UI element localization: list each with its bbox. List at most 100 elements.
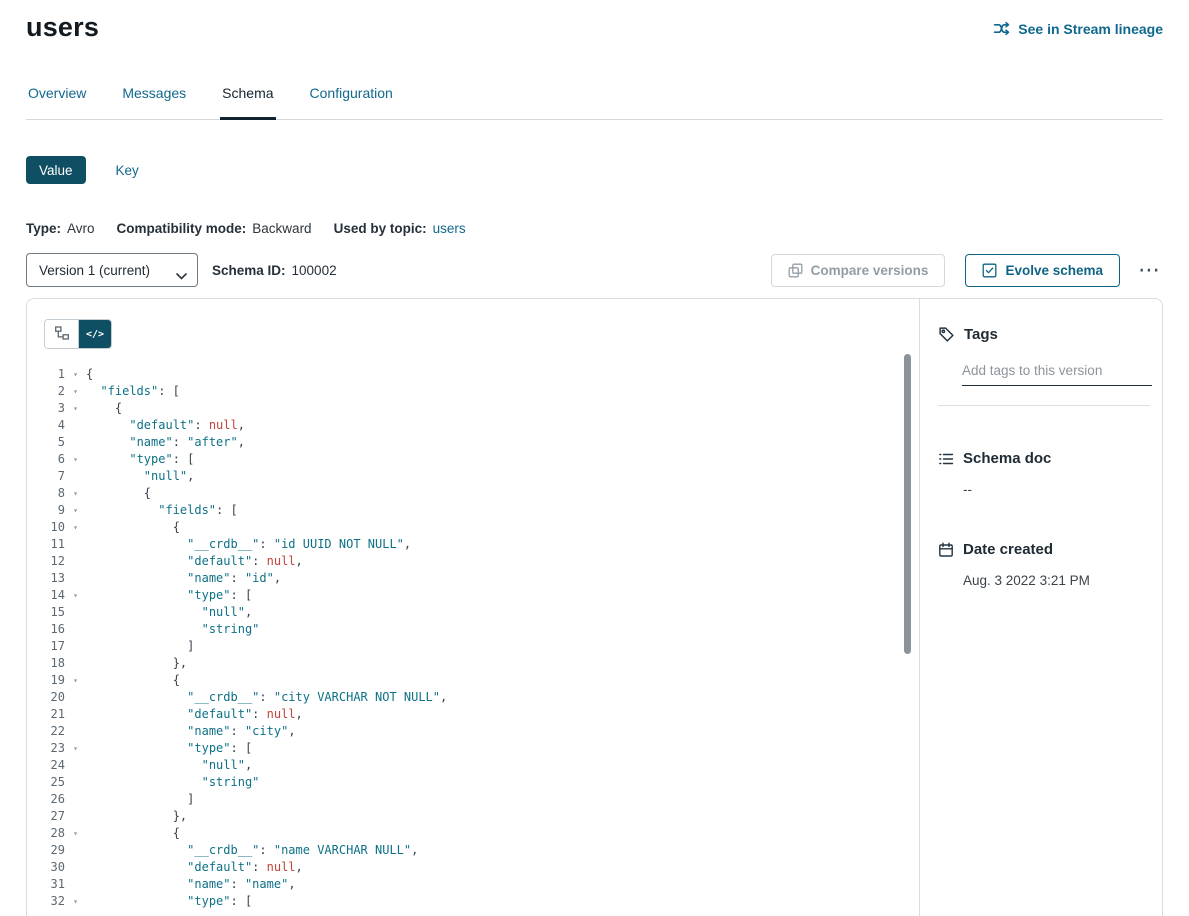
code-token: : <box>259 690 273 704</box>
code-token: , <box>187 469 194 483</box>
code-content: "__crdb__": "city VARCHAR NOT NULL", <box>86 689 447 706</box>
page-header: users See in Stream lineage <box>26 0 1163 43</box>
code-token: "after" <box>187 435 238 449</box>
fold-spacer <box>65 774 86 791</box>
code-lines: 1▾{2▾"fields": [3▾{4"default": null,5"na… <box>27 366 919 910</box>
code-view-button[interactable]: </> <box>78 320 111 348</box>
tab-schema[interactable]: Schema <box>220 85 275 119</box>
topic-meta: Used by topic: users <box>334 221 466 236</box>
schema-code-viewer: </> 1▾{2▾"fields": [3▾{4"default": null,… <box>27 299 920 916</box>
fold-spacer <box>65 570 86 587</box>
code-token: null <box>209 418 238 432</box>
fold-spacer <box>65 859 86 876</box>
tab-overview[interactable]: Overview <box>26 85 88 119</box>
code-token: : <box>231 571 245 585</box>
more-options-button[interactable]: ⋯ <box>1136 261 1163 279</box>
code-content: { <box>86 672 180 689</box>
code-token: : [ <box>231 588 253 602</box>
type-meta: Type: Avro <box>26 221 95 236</box>
code-token: : <box>194 418 208 432</box>
code-content: "fields": [ <box>86 383 180 400</box>
code-line: 25"string" <box>27 774 919 791</box>
line-number: 26 <box>27 791 65 808</box>
fold-spacer <box>65 434 86 451</box>
code-token: "string" <box>202 622 260 636</box>
add-tags-input[interactable] <box>962 360 1152 386</box>
code-token: "type" <box>187 588 230 602</box>
stream-lineage-link[interactable]: See in Stream lineage <box>993 20 1163 37</box>
schema-doc-value: -- <box>963 482 1150 497</box>
code-line: 23▾"type": [ <box>27 740 919 757</box>
schema-id-value: 100002 <box>292 263 337 278</box>
code-line: 32▾"type": [ <box>27 893 919 910</box>
fold-spacer <box>65 621 86 638</box>
tags-title: Tags <box>964 326 998 343</box>
code-token: "string" <box>202 775 260 789</box>
code-content: "default": null, <box>86 553 303 570</box>
line-number: 5 <box>27 434 65 451</box>
compatibility-meta: Compatibility mode: Backward <box>117 221 312 236</box>
code-line: 30"default": null, <box>27 859 919 876</box>
code-token: ] <box>187 639 194 653</box>
code-content: { <box>86 519 180 536</box>
fold-toggle-icon[interactable]: ▾ <box>65 893 86 910</box>
code-token: : [ <box>231 894 253 908</box>
fold-toggle-icon[interactable]: ▾ <box>65 383 86 400</box>
code-token: null <box>267 554 296 568</box>
code-token: , <box>288 724 295 738</box>
line-number: 12 <box>27 553 65 570</box>
evolve-schema-button[interactable]: Evolve schema <box>965 254 1120 287</box>
value-toggle-button[interactable]: Value <box>26 156 86 184</box>
code-content: "null", <box>86 757 252 774</box>
fold-spacer <box>65 655 86 672</box>
code-token: { <box>115 401 122 415</box>
compare-versions-button[interactable]: Compare versions <box>771 254 946 287</box>
fold-toggle-icon[interactable]: ▾ <box>65 740 86 757</box>
fold-toggle-icon[interactable]: ▾ <box>65 366 86 383</box>
fold-toggle-icon[interactable]: ▾ <box>65 451 86 468</box>
schema-doc-title: Schema doc <box>963 450 1051 467</box>
line-number: 22 <box>27 723 65 740</box>
code-line: 8▾{ <box>27 485 919 502</box>
line-number: 19 <box>27 672 65 689</box>
code-token: "default" <box>187 554 252 568</box>
code-token: { <box>173 826 180 840</box>
date-created-section: Date created Aug. 3 2022 3:21 PM <box>938 541 1150 588</box>
fold-toggle-icon[interactable]: ▾ <box>65 587 86 604</box>
fold-toggle-icon[interactable]: ▾ <box>65 519 86 536</box>
fold-toggle-icon[interactable]: ▾ <box>65 502 86 519</box>
code-content: }, <box>86 808 187 825</box>
schema-doc-header: Schema doc <box>938 450 1150 467</box>
code-content: "type": [ <box>86 451 194 468</box>
code-token: , <box>274 571 281 585</box>
version-select[interactable]: Version 1 (current) <box>26 253 198 287</box>
line-number: 10 <box>27 519 65 536</box>
code-token: { <box>173 520 180 534</box>
schema-id: Schema ID: 100002 <box>212 263 337 278</box>
code-content: "type": [ <box>86 893 252 910</box>
code-token: : <box>252 707 266 721</box>
calendar-icon <box>938 542 954 558</box>
topic-link[interactable]: users <box>433 221 466 236</box>
tab-configuration[interactable]: Configuration <box>308 85 395 119</box>
fold-toggle-icon[interactable]: ▾ <box>65 485 86 502</box>
fold-spacer <box>65 689 86 706</box>
line-number: 23 <box>27 740 65 757</box>
key-toggle-button[interactable]: Key <box>116 163 139 178</box>
vertical-scrollbar[interactable] <box>904 354 911 654</box>
code-content: "type": [ <box>86 740 252 757</box>
fold-toggle-icon[interactable]: ▾ <box>65 825 86 842</box>
tree-view-button[interactable] <box>45 320 78 348</box>
code-token: { <box>144 486 151 500</box>
code-token: null <box>267 860 296 874</box>
line-number: 29 <box>27 842 65 859</box>
code-content: "string" <box>86 621 259 638</box>
code-content: "null", <box>86 604 252 621</box>
fold-toggle-icon[interactable]: ▾ <box>65 672 86 689</box>
code-token: , <box>245 758 252 772</box>
fold-toggle-icon[interactable]: ▾ <box>65 400 86 417</box>
type-value: Avro <box>67 221 95 236</box>
tab-messages[interactable]: Messages <box>120 85 188 119</box>
stream-lineage-icon <box>993 20 1010 37</box>
code-token: "type" <box>129 452 172 466</box>
